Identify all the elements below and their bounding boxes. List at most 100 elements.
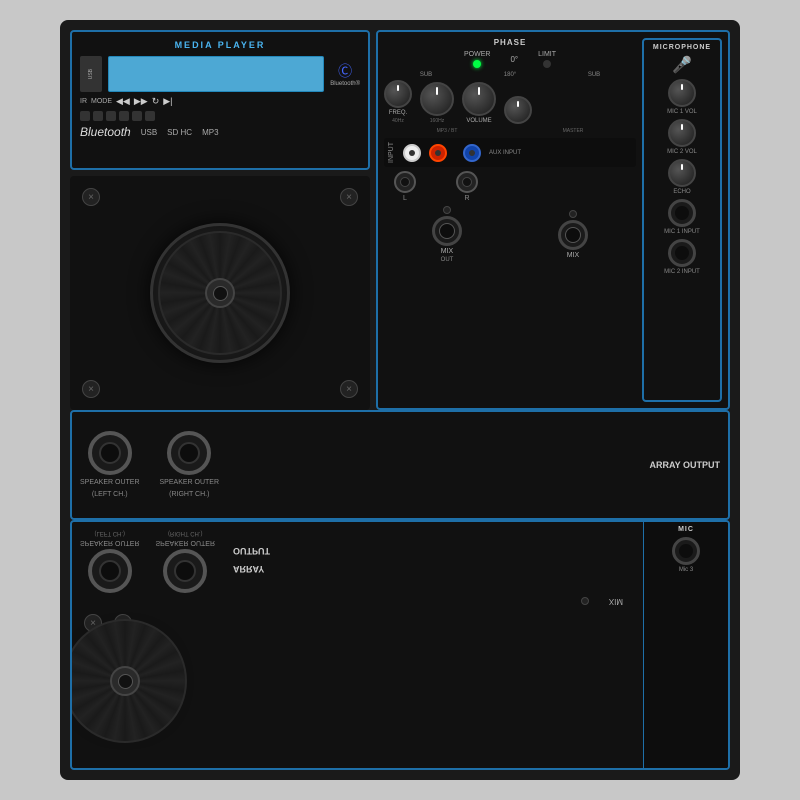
- bottom-speaker2-jack[interactable]: [163, 549, 207, 593]
- mic1-vol-label: MIC 1 VOL: [667, 109, 697, 115]
- rca-right-inner: [435, 150, 441, 156]
- power-indicator: POWER: [464, 51, 490, 68]
- bottom-speaker1-inner: [99, 560, 121, 582]
- power-led: [473, 60, 481, 68]
- echo-knob[interactable]: [668, 159, 696, 187]
- mic2-input-jack[interactable]: [668, 239, 696, 267]
- xlr-right[interactable]: [558, 220, 588, 250]
- bottom-mix-label-2: MIX: [609, 597, 623, 606]
- speaker2-label: SPEAKER OUTER: [160, 479, 220, 487]
- input-label: INPUT: [388, 142, 395, 163]
- volume-knob[interactable]: [462, 82, 496, 116]
- main-controls: PHASE POWER 0° LIMIT: [384, 38, 636, 402]
- bluetooth-text: Bluetooth: [80, 125, 131, 139]
- jack-right[interactable]: [456, 171, 478, 193]
- mic-icon: 🎤: [672, 55, 692, 75]
- mic1-input-inner: [675, 206, 689, 220]
- mic1-input-label: MIC 1 INPUT: [664, 229, 700, 235]
- limit-indicator: LIMIT: [538, 51, 556, 68]
- rca-left[interactable]: [403, 144, 421, 162]
- bottom-upside-content: SPEAKER OUTER (LEFT CH.) SPEAKER OUTER (…: [80, 530, 720, 593]
- media-player-title: MEDIA PLAYER: [80, 40, 360, 50]
- fan-inner: [213, 286, 228, 301]
- bottom-mix-row: MIX OUT MIX: [80, 597, 720, 606]
- bottom-speaker2-inner: [174, 560, 196, 582]
- rca-aux[interactable]: [463, 144, 481, 162]
- next-btn[interactable]: ▶▶: [134, 96, 148, 107]
- mic1-vol-knob[interactable]: [668, 79, 696, 107]
- limit-led: [543, 60, 551, 68]
- sub-right-knob[interactable]: [504, 96, 532, 124]
- fan: [150, 223, 290, 363]
- zero-label: 0°: [510, 55, 518, 64]
- bottom-mix-led-2: [581, 598, 589, 606]
- mix-left-label: MIX: [441, 248, 453, 255]
- control-dots: [80, 111, 360, 121]
- rca-right[interactable]: [429, 144, 447, 162]
- mic2-input-group: MIC 2 INPUT: [664, 239, 700, 275]
- speaker2-ch: (RIGHT CH.): [169, 491, 209, 499]
- freq-knob[interactable]: [420, 82, 454, 116]
- speaker-output-section: SPEAKER OUTER (LEFT CH.) SPEAKER OUTER (…: [70, 410, 730, 520]
- bottom-section: SPEAKER OUTER (LEFT CH.) SPEAKER OUTER (…: [70, 520, 730, 770]
- mic2-vol-knob[interactable]: [668, 119, 696, 147]
- left-label: L: [403, 195, 407, 202]
- speaker2-jack[interactable]: [167, 431, 211, 475]
- bottom-mic3-jack[interactable]: [672, 537, 700, 565]
- bottom-speaker1: SPEAKER OUTER (LEFT CH.): [80, 530, 140, 593]
- usb-slot[interactable]: USB: [80, 56, 102, 92]
- knob-row-1: FREQ. 40Hz 160Hz VOLUME: [384, 80, 636, 124]
- bottom-speaker1-jack[interactable]: [88, 549, 132, 593]
- xlr-row: MIX OUT MIX: [384, 206, 636, 263]
- fan-center: [205, 278, 235, 308]
- mic-title: MICROPHONE: [653, 44, 711, 51]
- bottom-speakers: SPEAKER OUTER (LEFT CH.) SPEAKER OUTER (…: [80, 530, 215, 593]
- repeat-btn[interactable]: ↻: [152, 96, 160, 107]
- mp3-bt-label: MP3 / BT: [437, 128, 458, 134]
- limit-label: LIMIT: [538, 51, 556, 58]
- media-player: MEDIA PLAYER USB Ⓒ Bluetooth® IR MODE ◀◀: [70, 30, 370, 170]
- dot-3[interactable]: [106, 111, 116, 121]
- speaker-outputs: SPEAKER OUTER (LEFT CH.) SPEAKER OUTER (…: [80, 431, 639, 500]
- echo-group: ECHO: [648, 159, 716, 195]
- speaker2-inner: [178, 442, 200, 464]
- top-section: MEDIA PLAYER USB Ⓒ Bluetooth® IR MODE ◀◀: [70, 30, 730, 410]
- usb-label: USB: [88, 69, 94, 79]
- out-label: OUT: [441, 257, 454, 263]
- mic2-vol-label: MIC 2 VOL: [667, 149, 697, 155]
- prev-btn[interactable]: ◀◀: [116, 96, 130, 107]
- screw-bl: ×: [82, 380, 100, 398]
- sub-right-label: SUB: [588, 72, 600, 78]
- lcd-screen: [108, 56, 324, 92]
- sub-knob[interactable]: [384, 80, 412, 108]
- left-panel: MEDIA PLAYER USB Ⓒ Bluetooth® IR MODE ◀◀: [70, 30, 370, 410]
- fan-area: × × × ×: [70, 176, 370, 410]
- xlr-left-inner: [439, 223, 455, 239]
- jack-left-inner: [400, 177, 410, 187]
- speaker2-group: SPEAKER OUTER (RIGHT CH.): [160, 431, 220, 500]
- dot-6[interactable]: [145, 111, 155, 121]
- rca-left-inner: [409, 150, 415, 156]
- mix-right-label: MIX: [567, 252, 579, 259]
- xlr-left[interactable]: [432, 216, 462, 246]
- bluetooth-brand: Bluetooth®: [330, 81, 360, 87]
- dot-5[interactable]: [132, 111, 142, 121]
- master-label: MASTER: [563, 128, 584, 134]
- bottom-mic3-group: Mic 3: [672, 537, 700, 573]
- play-btn[interactable]: ▶|: [163, 96, 172, 107]
- bluetooth-top-icon: Ⓒ Bluetooth®: [330, 61, 360, 87]
- speaker1-jack[interactable]: [88, 431, 132, 475]
- phase-header: PHASE: [384, 38, 636, 47]
- mode-label: MODE: [91, 98, 112, 105]
- mix-right-led: [569, 210, 577, 218]
- dot-1[interactable]: [80, 111, 90, 121]
- aux-group: AUX INPUT: [489, 150, 521, 156]
- mic2-input-inner: [675, 246, 689, 260]
- speaker1-ch: (LEFT CH.): [92, 491, 128, 499]
- mic1-vol-group: MIC 1 VOL: [648, 79, 716, 115]
- mic1-input-jack[interactable]: [668, 199, 696, 227]
- degree-180: 180°: [504, 72, 516, 78]
- dot-4[interactable]: [119, 111, 129, 121]
- dot-2[interactable]: [93, 111, 103, 121]
- jack-left[interactable]: [394, 171, 416, 193]
